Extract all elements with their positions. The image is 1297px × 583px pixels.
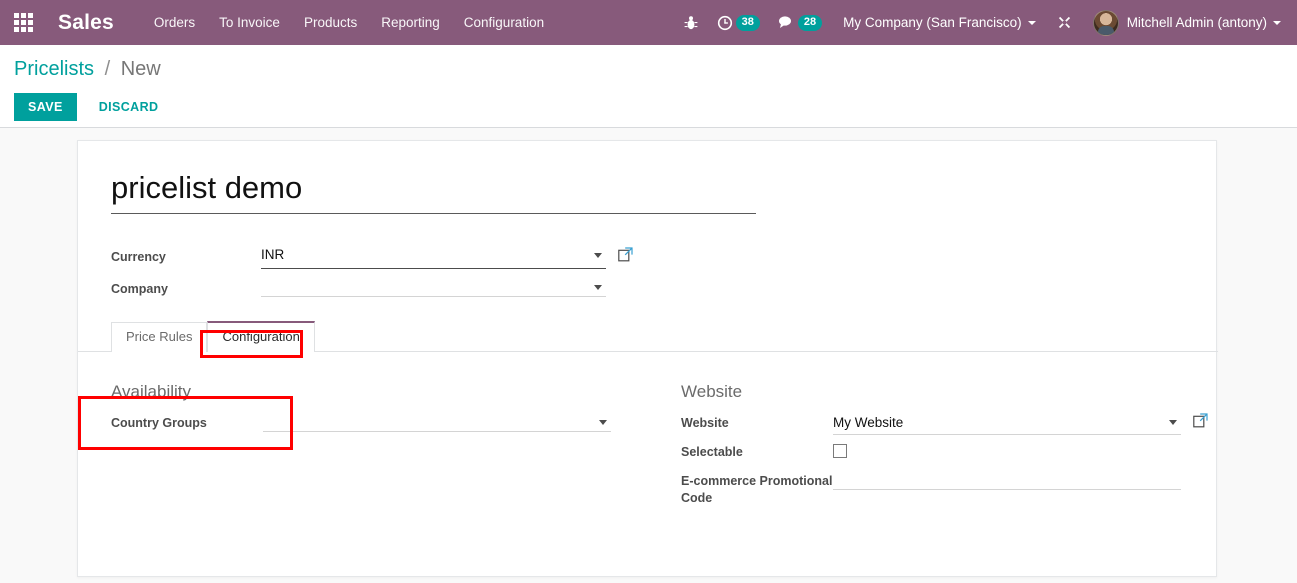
form-sheet: pricelist demo Currency INR Company Pric…: [77, 140, 1218, 577]
apps-menu-toggle[interactable]: [0, 0, 46, 45]
website-group: Website Website My Website Selectable E-…: [648, 353, 1218, 514]
country-groups-input[interactable]: [263, 413, 611, 432]
availability-group-title: Availability: [111, 382, 192, 401]
top-navbar: Sales Orders To Invoice Products Reporti…: [0, 0, 1297, 45]
chat-bubble-icon: [778, 16, 791, 28]
field-row-currency: Currency INR: [111, 245, 756, 269]
chevron-down-icon[interactable]: [1169, 420, 1177, 425]
debug-tools-menu[interactable]: [1044, 14, 1085, 31]
configuration-tab-pane: Availability Country Groups Website Webs…: [78, 353, 1218, 514]
country-groups-control: [263, 413, 611, 432]
clock-icon: [717, 15, 732, 30]
chevron-down-icon[interactable]: [594, 285, 602, 290]
discard-button[interactable]: DISCARD: [89, 93, 169, 121]
menu-item-configuration[interactable]: Configuration: [452, 9, 556, 36]
tab-configuration[interactable]: Configuration: [207, 321, 315, 352]
wrench-icon: [1058, 16, 1070, 29]
chevron-down-icon: [1273, 20, 1281, 25]
field-row-website: Website My Website: [681, 413, 1218, 435]
app-brand-sales[interactable]: Sales: [58, 11, 114, 35]
selectable-checkbox[interactable]: [833, 444, 847, 458]
company-switcher-label: My Company (San Francisco): [843, 15, 1022, 30]
record-action-buttons: SAVE DISCARD: [14, 93, 168, 121]
activities-menu[interactable]: 38: [708, 14, 769, 31]
website-label: Website: [681, 416, 729, 430]
record-title-wrap: pricelist demo: [111, 169, 756, 214]
main-menu: Orders To Invoice Products Reporting Con…: [142, 9, 556, 36]
currency-control: INR: [261, 245, 633, 269]
breadcrumb-pricelists[interactable]: Pricelists: [14, 58, 94, 80]
promo-code-control: [833, 471, 1181, 490]
activities-count-badge: 38: [735, 14, 760, 31]
country-groups-label: Country Groups: [111, 416, 207, 430]
website-control: My Website: [833, 413, 1208, 435]
ecommerce-promotional-code-input[interactable]: [833, 471, 1181, 490]
bug-icon[interactable]: [674, 0, 708, 45]
ecommerce-promotional-code-label: E-commerce Promotional Code: [681, 474, 833, 505]
availability-group: Availability Country Groups: [78, 353, 648, 514]
apps-grid-icon: [13, 13, 33, 32]
selectable-label: Selectable: [681, 445, 743, 459]
user-menu[interactable]: Mitchell Admin (antony): [1085, 9, 1285, 36]
pricelist-name-input[interactable]: pricelist demo: [111, 169, 756, 214]
chevron-down-icon[interactable]: [599, 420, 607, 425]
selectable-control: [833, 442, 1181, 463]
header-fields: Currency INR Company: [111, 245, 756, 309]
field-row-promo-code: E-commerce Promotional Code: [681, 471, 1218, 507]
field-row-selectable: Selectable: [681, 442, 1218, 464]
menu-item-to-invoice[interactable]: To Invoice: [207, 9, 292, 36]
company-input[interactable]: [261, 277, 606, 297]
messaging-menu[interactable]: 28: [769, 14, 831, 31]
control-panel: Pricelists / New SAVE DISCARD: [0, 45, 1297, 128]
company-control: [261, 277, 606, 297]
menu-item-reporting[interactable]: Reporting: [369, 9, 452, 36]
company-label: Company: [111, 282, 168, 296]
chevron-down-icon[interactable]: [594, 253, 602, 258]
breadcrumb: Pricelists / New: [14, 57, 161, 81]
menu-item-products[interactable]: Products: [292, 9, 369, 36]
field-row-company: Company: [111, 277, 756, 301]
tab-price-rules[interactable]: Price Rules: [111, 322, 208, 352]
navbar-right-tools: 38 28 My Company (San Francisco) Mitchel…: [674, 0, 1297, 45]
messages-count-badge: 28: [797, 14, 823, 31]
menu-item-orders[interactable]: Orders: [142, 9, 207, 36]
website-input[interactable]: My Website: [833, 413, 1181, 435]
company-switcher[interactable]: My Company (San Francisco): [831, 9, 1044, 36]
website-group-title: Website: [681, 382, 743, 401]
breadcrumb-separator: /: [104, 58, 111, 80]
currency-input[interactable]: INR: [261, 245, 606, 269]
external-link-icon[interactable]: [1193, 413, 1208, 433]
currency-label: Currency: [111, 250, 166, 264]
save-button[interactable]: SAVE: [14, 93, 77, 121]
notebook: Price Rules Configuration: [78, 321, 1218, 352]
chevron-down-icon: [1027, 20, 1036, 25]
field-row-country-groups: Country Groups: [111, 413, 648, 435]
external-link-icon[interactable]: [618, 247, 633, 267]
notebook-tab-strip: Price Rules Configuration: [78, 321, 1218, 352]
avatar: [1092, 9, 1119, 36]
user-menu-label: Mitchell Admin (antony): [1126, 15, 1267, 30]
breadcrumb-current: New: [120, 58, 161, 80]
